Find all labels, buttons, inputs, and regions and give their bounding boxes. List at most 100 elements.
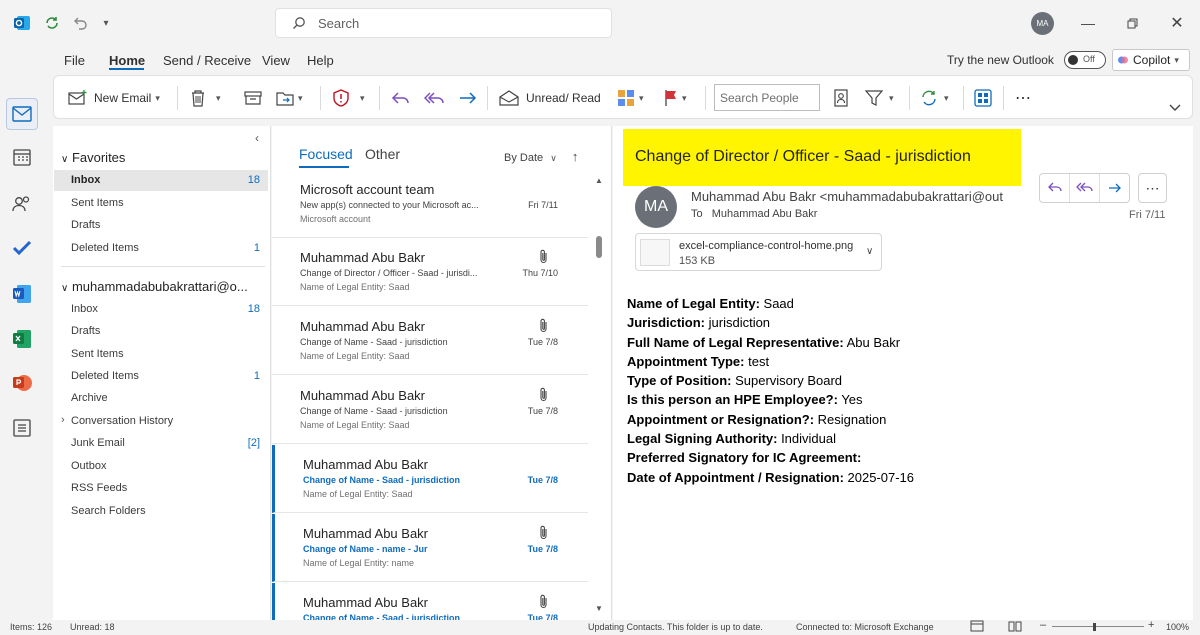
excel-icon[interactable] [10, 327, 34, 351]
chevron-down-icon[interactable]: ▾ [298, 93, 303, 104]
folder-deleted-favorite[interactable]: Deleted Items [71, 242, 139, 254]
search-people-input[interactable]: Search People [714, 84, 820, 111]
minimize-button[interactable]: — [1075, 10, 1101, 36]
tab-focused[interactable]: Focused [299, 146, 353, 162]
folder-drafts-favorite[interactable]: Drafts [71, 219, 100, 231]
sync-icon[interactable] [42, 13, 62, 33]
reply-button[interactable] [1040, 174, 1070, 202]
folder-search-folders[interactable]: Search Folders [71, 505, 146, 517]
sort-dropdown[interactable]: By Date ∨ ↑ [504, 149, 578, 164]
forward-button[interactable] [458, 86, 478, 110]
chevron-down-icon[interactable]: ▾ [639, 93, 644, 104]
delete-button[interactable]: ▾ [190, 86, 221, 110]
folder-junk[interactable]: Junk Email [71, 437, 125, 449]
recipient-name[interactable]: Muhammad Abu Bakr [712, 208, 818, 220]
account-avatar[interactable]: MA [1031, 12, 1054, 35]
sync-folder-button[interactable]: ▾ [920, 86, 949, 110]
folder-sent[interactable]: Sent Items [71, 348, 124, 360]
calendar-icon[interactable] [10, 145, 34, 169]
forward-button[interactable] [1100, 174, 1129, 202]
tab-other[interactable]: Other [365, 146, 400, 162]
word-icon[interactable] [10, 282, 34, 306]
search-input[interactable]: Search [275, 8, 612, 38]
tab-file[interactable]: File [64, 53, 85, 68]
folder-archive[interactable]: Archive [71, 392, 108, 404]
scroll-thumb[interactable] [596, 236, 602, 258]
chevron-right-icon[interactable]: › [61, 414, 65, 426]
add-in-button[interactable] [974, 86, 992, 110]
zoom-slider-thumb[interactable] [1093, 623, 1096, 631]
message-row[interactable]: Muhammad Abu Bakr Change of Name - name -… [272, 514, 588, 582]
tab-home[interactable]: Home [109, 53, 145, 68]
field-value: Saad [759, 296, 794, 311]
attachment-card[interactable]: excel-compliance-control-home.png 153 KB… [635, 233, 882, 271]
scroll-down-icon[interactable]: ▼ [595, 604, 603, 613]
copilot-button[interactable]: Copilot ▾ [1112, 49, 1190, 71]
chevron-down-icon[interactable]: ▾ [216, 93, 221, 104]
people-icon[interactable] [10, 192, 34, 216]
apps-icon[interactable] [10, 416, 34, 440]
folder-outbox[interactable]: Outbox [71, 460, 106, 472]
chevron-down-icon[interactable]: ▾ [155, 93, 160, 104]
folder-drafts[interactable]: Drafts [71, 325, 100, 337]
message-row[interactable]: Muhammad Abu Bakr Change of Name - Saad -… [272, 445, 588, 513]
archive-button[interactable] [244, 86, 262, 110]
chevron-down-icon: ∨ [61, 154, 69, 165]
scroll-up-icon[interactable]: ▲ [595, 176, 603, 185]
message-row[interactable]: Microsoft account team New app(s) connect… [272, 170, 588, 238]
mail-icon[interactable] [10, 102, 34, 126]
close-button[interactable]: ✕ [1164, 10, 1190, 36]
folder-sent-favorite[interactable]: Sent Items [71, 197, 124, 209]
powerpoint-icon[interactable] [10, 371, 34, 395]
account-header[interactable]: ∨ muhammadabubakrattari@o... [61, 279, 266, 294]
zoom-out-button[interactable]: – [1040, 619, 1046, 631]
attachment-name: excel-compliance-control-home.png [679, 240, 854, 252]
message-row[interactable]: Muhammad Abu Bakr Change of Name - Saad -… [272, 307, 588, 375]
expand-ribbon-icon[interactable] [1169, 96, 1181, 120]
more-actions-button[interactable]: ⋯ [1138, 173, 1167, 203]
reply-all-button[interactable] [424, 86, 446, 110]
new-outlook-toggle[interactable]: Off [1064, 51, 1106, 69]
sender-avatar[interactable]: MA [635, 186, 677, 228]
folder-conversation-history[interactable]: Conversation History [71, 415, 173, 427]
favorites-header[interactable]: ∨ Favorites [61, 150, 125, 165]
chevron-down-icon[interactable]: ▾ [682, 93, 687, 104]
folder-rss[interactable]: RSS Feeds [71, 482, 127, 494]
report-button[interactable]: ▾ [332, 86, 365, 110]
normal-view-icon[interactable] [970, 620, 984, 632]
reading-view-icon[interactable] [1008, 620, 1022, 632]
new-email-button[interactable]: New Email ▾ [68, 86, 160, 110]
folder-deleted[interactable]: Deleted Items [71, 370, 139, 382]
follow-up-button[interactable]: ▾ [664, 86, 687, 110]
sort-direction-icon[interactable]: ↑ [572, 149, 579, 164]
recipient-line: To Muhammad Abu Bakr [691, 208, 817, 220]
chevron-down-icon[interactable]: ▾ [889, 93, 894, 104]
categorize-button[interactable]: ▾ [617, 86, 644, 110]
sender-name[interactable]: Muhammad Abu Bakr <muhammadabubakrattari… [691, 189, 1021, 204]
restore-button[interactable] [1119, 10, 1145, 36]
zoom-in-button[interactable]: + [1148, 619, 1154, 631]
reply-button[interactable] [391, 86, 411, 110]
tab-send-receive[interactable]: Send / Receive [163, 53, 251, 68]
unread-read-button[interactable]: Unread/ Read [499, 86, 601, 110]
more-commands-button[interactable]: ⋯ [1015, 86, 1031, 110]
collapse-pane-icon[interactable]: ‹ [255, 131, 259, 145]
message-row[interactable]: Muhammad Abu Bakr Change of Director / Of… [272, 238, 588, 306]
undo-icon[interactable] [70, 13, 90, 33]
zoom-slider[interactable] [1052, 626, 1144, 627]
filter-email-button[interactable]: ▾ [865, 86, 894, 110]
message-row[interactable]: Muhammad Abu Bakr Change of Name - Saad -… [272, 583, 588, 620]
reply-all-button[interactable] [1070, 174, 1100, 202]
tab-view[interactable]: View [262, 53, 290, 68]
move-button[interactable]: ▾ [276, 86, 303, 110]
chevron-down-icon[interactable]: ∨ [866, 246, 873, 257]
message-row[interactable]: Muhammad Abu Bakr Change of Name - Saad -… [272, 376, 588, 444]
folder-inbox[interactable]: Inbox [71, 303, 98, 315]
chevron-down-icon[interactable]: ▾ [360, 93, 365, 104]
chevron-down-icon[interactable]: ▾ [944, 93, 949, 104]
customize-toolbar-icon[interactable]: ▾ [96, 13, 116, 33]
address-book-button[interactable] [833, 86, 849, 110]
folder-inbox-favorite[interactable]: Inbox [71, 174, 100, 186]
todo-icon[interactable] [10, 236, 34, 260]
tab-help[interactable]: Help [307, 53, 334, 68]
